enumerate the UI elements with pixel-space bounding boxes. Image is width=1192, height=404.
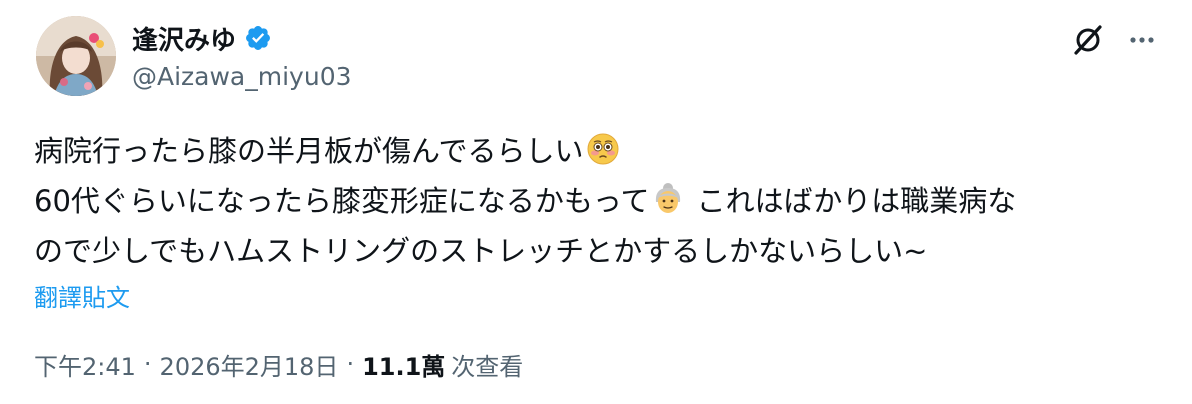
verified-badge-icon[interactable] [244, 24, 272, 52]
tweet-text-segment: ので少しでもハムストリングのストレッチとかするしかないらしい~ [34, 234, 928, 268]
translate-post-link[interactable]: 翻譯貼文 [34, 278, 130, 313]
tweet-card: 逢沢みゆ @Aizawa_miyu03 病院行ったら膝の半月板が傷んでるらしい [0, 0, 1192, 404]
author-handle[interactable]: @Aizawa_miyu03 [132, 62, 352, 91]
display-name[interactable]: 逢沢みゆ [132, 20, 236, 57]
flushed-face-emoji [586, 131, 620, 165]
tweet-text-segment: 病院行ったら膝の半月板が傷んでるらしい [34, 134, 584, 168]
grok-icon[interactable] [1068, 20, 1108, 60]
avatar-image [36, 16, 116, 96]
post-time[interactable]: 下午2:41 [34, 347, 136, 382]
meta-separator: · [143, 350, 152, 378]
more-icon[interactable] [1124, 22, 1160, 58]
avatar[interactable] [36, 16, 116, 96]
tweet-meta: 下午2:41 · 2026年2月18日 · 11.1萬 次查看 [34, 346, 523, 382]
tweet-text-line: 60代ぐらいになったら膝変形症になるかもって これはばかりは職業病な [34, 176, 1154, 226]
older-woman-emoji [651, 181, 685, 215]
tweet-text: 病院行ったら膝の半月板が傷んでるらしい 60代ぐらいになったら膝変形症になるかも… [34, 126, 1154, 276]
tweet-text-line: 病院行ったら膝の半月板が傷んでるらしい [34, 126, 1154, 176]
meta-separator: · [346, 350, 355, 378]
views-count[interactable]: 11.1萬 [362, 347, 445, 382]
author-name-row: 逢沢みゆ [132, 20, 272, 56]
views-label: 次查看 [451, 352, 524, 381]
tweet-text-segment: 60代ぐらいになったら膝変形症になるかもって [34, 184, 650, 218]
post-date[interactable]: 2026年2月18日 [160, 347, 339, 382]
tweet-text-segment: これはばかりは職業病な [696, 184, 1017, 218]
tweet-text-line: ので少しでもハムストリングのストレッチとかするしかないらしい~ [34, 226, 1154, 276]
